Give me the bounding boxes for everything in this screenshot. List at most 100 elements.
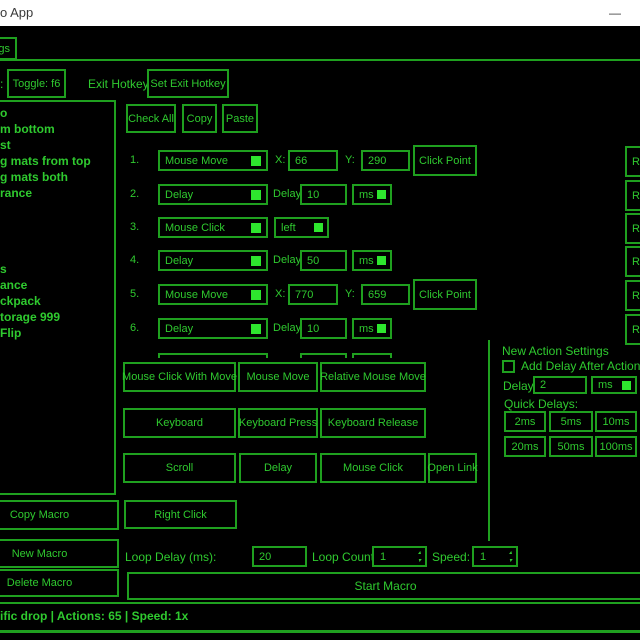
settings-delay-label: Delay: — [503, 379, 537, 393]
dropdown-indicator-icon — [251, 324, 261, 334]
macro-list-item[interactable]: st — [0, 138, 11, 152]
macro-list-item[interactable]: Flip — [0, 326, 21, 340]
action-type-value: Delay — [165, 255, 193, 267]
status-bar-text: ific drop | Actions: 65 | Speed: 1x — [0, 609, 188, 623]
action-type-dropdown[interactable]: Delay — [158, 250, 268, 271]
mouse-button-value: left — [281, 222, 296, 234]
add-delay-button[interactable]: Delay — [239, 453, 317, 483]
remove-action-button[interactable]: R — [625, 280, 640, 311]
remove-action-button[interactable]: R — [625, 180, 640, 211]
action-type-dropdown[interactable] — [158, 353, 268, 358]
remove-action-button[interactable]: R — [625, 314, 640, 345]
dropdown-indicator-icon — [251, 223, 261, 233]
tab-strip-divider — [0, 59, 640, 61]
toggle-hotkey-button[interactable]: Toggle: f6 — [7, 69, 66, 98]
click-point-button[interactable]: Click Point — [413, 279, 477, 310]
loop-count-stepper[interactable]: 1 ▴▾ — [372, 546, 427, 567]
add-open-link-button[interactable]: Open Link — [428, 453, 477, 483]
add-mouse-move-button[interactable]: Mouse Move — [238, 362, 318, 392]
add-relative-mouse-move-button[interactable]: Relative Mouse Move — [320, 362, 426, 392]
check-all-button[interactable]: Check All — [126, 104, 176, 133]
quick-delay-2ms-button[interactable]: 2ms — [504, 411, 546, 432]
y-coordinate-input[interactable] — [361, 150, 410, 171]
paste-actions-button[interactable]: Paste — [222, 104, 258, 133]
settings-delay-input[interactable] — [533, 376, 587, 394]
add-keyboard-press-button[interactable]: Keyboard Press — [238, 408, 318, 438]
start-macro-button[interactable]: Start Macro — [127, 572, 640, 600]
delay-label: Delay — [273, 188, 301, 200]
delay-unit-dropdown[interactable]: ms — [352, 184, 392, 205]
y-label: Y: — [345, 154, 355, 166]
macro-list-item[interactable]: rance — [0, 186, 32, 200]
x-coordinate-input[interactable] — [288, 150, 338, 171]
row-number: 1. — [130, 154, 139, 166]
delay-value-input[interactable] — [300, 250, 347, 271]
delay-value-input[interactable] — [300, 353, 347, 358]
add-delay-checkbox[interactable] — [502, 360, 515, 373]
copy-macro-button[interactable]: Copy Macro — [0, 500, 119, 530]
row-number: 4. — [130, 254, 139, 266]
remove-action-button[interactable]: R — [625, 246, 640, 277]
new-macro-button[interactable]: New Macro — [0, 539, 119, 568]
copy-actions-button[interactable]: Copy — [182, 104, 217, 133]
quick-delays-label: Quick Delays: — [504, 397, 578, 411]
delay-label: Delay — [273, 322, 301, 334]
quick-delay-10ms-button[interactable]: 10ms — [595, 411, 637, 432]
dropdown-indicator-icon — [377, 256, 386, 265]
dropdown-indicator-icon — [251, 190, 261, 200]
action-type-dropdown[interactable]: Mouse Move — [158, 284, 268, 305]
window-title: o App — [0, 5, 33, 20]
action-type-dropdown[interactable]: Delay — [158, 318, 268, 339]
x-label: X: — [275, 288, 285, 300]
delay-value-input[interactable] — [300, 318, 347, 339]
speed-stepper[interactable]: 1 ▴▾ — [472, 546, 518, 567]
macro-list-item[interactable]: o — [0, 106, 7, 120]
add-mouse-click-with-move-button[interactable]: Mouse Click With Move — [123, 362, 236, 392]
remove-action-button[interactable]: R — [625, 213, 640, 244]
action-type-dropdown[interactable]: Mouse Move — [158, 150, 268, 171]
delay-value-input[interactable] — [300, 184, 347, 205]
stepper-arrows-icon[interactable]: ▴▾ — [418, 549, 421, 565]
add-keyboard-release-button[interactable]: Keyboard Release — [320, 408, 426, 438]
remove-action-button[interactable]: R — [625, 146, 640, 177]
dropdown-indicator-icon — [251, 290, 261, 300]
delay-unit-dropdown[interactable]: ms — [352, 250, 392, 271]
click-point-button[interactable]: Click Point — [413, 145, 477, 176]
quick-delay-100ms-button[interactable]: 100ms — [595, 436, 637, 457]
tab-settings[interactable]: gs — [0, 37, 17, 60]
macro-list-item[interactable]: s — [0, 262, 7, 276]
quick-delay-20ms-button[interactable]: 20ms — [504, 436, 546, 457]
macro-list-item[interactable]: g mats both — [0, 170, 68, 184]
quick-delay-50ms-button[interactable]: 50ms — [549, 436, 593, 457]
minimize-button[interactable]: — — [600, 2, 630, 24]
title-bar: o App — — [0, 0, 640, 26]
quick-delay-5ms-button[interactable]: 5ms — [549, 411, 593, 432]
delay-unit-dropdown[interactable]: ms — [352, 318, 392, 339]
delete-macro-button[interactable]: Delete Macro — [0, 569, 119, 597]
row-number: 3. — [130, 221, 139, 233]
action-type-dropdown[interactable]: Delay — [158, 184, 268, 205]
delay-unit-value: ms — [359, 189, 374, 201]
loop-delay-input[interactable] — [252, 546, 307, 567]
add-scroll-button[interactable]: Scroll — [123, 453, 236, 483]
add-mouse-click-button[interactable]: Mouse Click — [320, 453, 426, 483]
x-coordinate-input[interactable] — [288, 284, 338, 305]
settings-delay-unit-dropdown[interactable]: ms — [591, 376, 637, 394]
macro-list-item[interactable]: ance — [0, 278, 27, 292]
delay-unit-dropdown[interactable] — [352, 353, 392, 358]
new-action-settings-title: New Action Settings — [502, 344, 609, 358]
mouse-button-dropdown[interactable]: left — [274, 217, 329, 238]
add-right-click-button[interactable]: Right Click — [124, 500, 237, 529]
action-type-dropdown[interactable]: Mouse Click — [158, 217, 268, 238]
dropdown-indicator-icon — [377, 324, 386, 333]
add-keyboard-button[interactable]: Keyboard — [123, 408, 236, 438]
macro-list-item[interactable]: g mats from top — [0, 154, 91, 168]
macro-list-item[interactable]: ckpack — [0, 294, 41, 308]
speed-label: Speed: — [432, 550, 470, 564]
stepper-arrows-icon[interactable]: ▴▾ — [509, 549, 512, 565]
macro-list-item[interactable]: m bottom — [0, 122, 55, 136]
y-coordinate-input[interactable] — [361, 284, 410, 305]
set-exit-hotkey-button[interactable]: Set Exit Hotkey — [147, 69, 229, 98]
macro-list-item[interactable]: torage 999 — [0, 310, 60, 324]
loop-delay-label: Loop Delay (ms): — [125, 550, 216, 564]
